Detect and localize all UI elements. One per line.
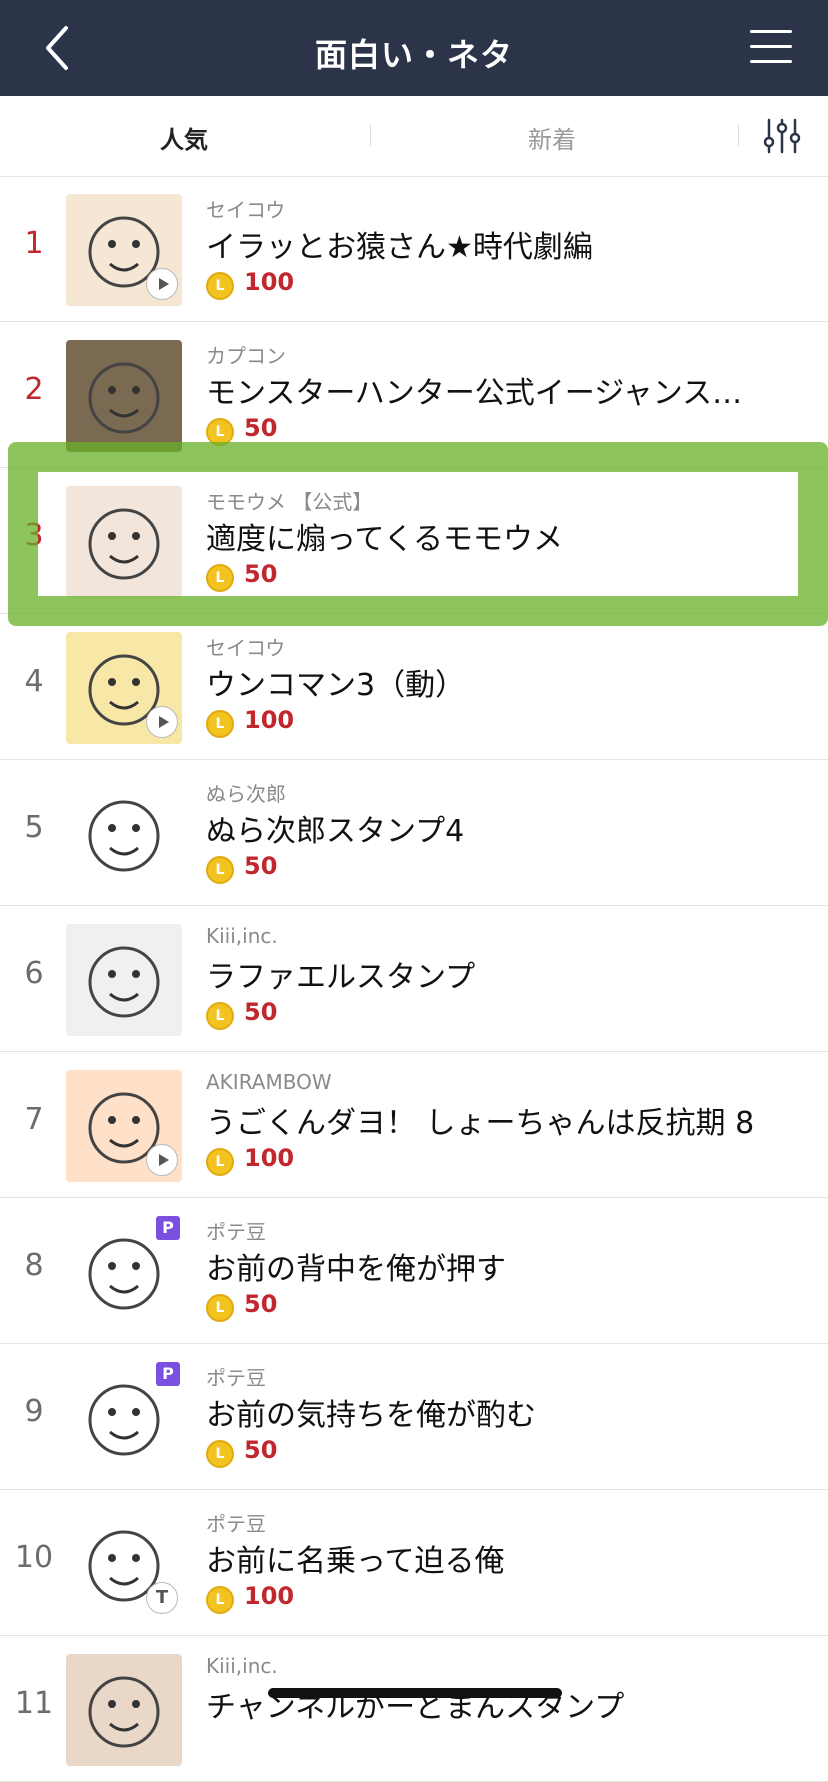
play-icon bbox=[146, 268, 178, 300]
author-name: Kiii,inc. bbox=[206, 1654, 278, 1678]
author-name: ぬら次郎 bbox=[206, 782, 286, 806]
filter-button[interactable] bbox=[762, 116, 802, 156]
tab-bar: 人気 新着 bbox=[0, 96, 828, 177]
sticker-name: ラファエルスタンプ bbox=[206, 960, 476, 995]
menu-button[interactable] bbox=[750, 30, 792, 66]
list-item[interactable]: 1 セイコウ イラッとお猿さん★時代劇編 L 100 bbox=[0, 176, 828, 322]
author-name: ポテ豆 bbox=[206, 1366, 266, 1390]
list-item[interactable]: 9 P ポテ豆 お前の気持ちを俺が酌む L 50 bbox=[0, 1344, 828, 1490]
text-badge-icon: T bbox=[146, 1582, 178, 1614]
rank-number: 9 bbox=[24, 1394, 44, 1429]
premium-badge-icon: P bbox=[156, 1362, 180, 1386]
hamburger-line bbox=[750, 60, 792, 63]
play-icon bbox=[146, 1144, 178, 1176]
author-name: AKIRAMBOW bbox=[206, 1070, 332, 1094]
coin-icon: L bbox=[206, 564, 234, 592]
author-name: モモウメ 【公式】 bbox=[206, 490, 373, 514]
coin-icon: L bbox=[206, 1440, 234, 1468]
sticker-name: モンスターハンター公式イージャンス… bbox=[206, 376, 743, 411]
price: 100 bbox=[244, 1582, 295, 1610]
author-name: Kiii,inc. bbox=[206, 924, 278, 948]
sticker-list: 1 セイコウ イラッとお猿さん★時代劇編 L 100 2 カプコン モンスターハンタ… bbox=[0, 176, 828, 1782]
rank-number: 2 bbox=[24, 372, 44, 407]
sticker-name: お前の背中を俺が押す bbox=[206, 1252, 506, 1287]
sticker-thumbnail bbox=[66, 340, 182, 452]
coin-icon: L bbox=[206, 856, 234, 884]
list-item[interactable]: 7 AKIRAMBOW うごくんダヨ！ しょーちゃんは反抗期 8 L 100 bbox=[0, 1052, 828, 1198]
price: 100 bbox=[244, 268, 295, 296]
tab-divider bbox=[370, 124, 371, 146]
tab-popular[interactable]: 人気 bbox=[160, 120, 208, 155]
author-name: カプコン bbox=[206, 344, 286, 368]
rank-number: 6 bbox=[24, 956, 44, 991]
coin-icon: L bbox=[206, 272, 234, 300]
premium-badge-icon: P bbox=[156, 1216, 180, 1240]
coin-icon: L bbox=[206, 1148, 234, 1176]
author-name: ポテ豆 bbox=[206, 1220, 266, 1244]
sticker-thumbnail bbox=[66, 486, 182, 598]
author-name: ポテ豆 bbox=[206, 1512, 266, 1536]
price: 50 bbox=[244, 1290, 278, 1318]
coin-icon: L bbox=[206, 418, 234, 446]
sticker-name: うごくんダヨ！ しょーちゃんは反抗期 8 bbox=[206, 1106, 755, 1141]
list-item[interactable]: 4 セイコウ ウンコマン3（動） L 100 bbox=[0, 614, 828, 760]
rank-number: 10 bbox=[14, 1540, 54, 1575]
price: 50 bbox=[244, 560, 278, 588]
sticker-name: お前に名乗って迫る俺 bbox=[206, 1544, 505, 1579]
list-item[interactable]: 2 カプコン モンスターハンター公式イージャンス… L 50 bbox=[0, 322, 828, 468]
sticker-thumbnail bbox=[66, 1654, 182, 1766]
tab-divider bbox=[738, 124, 739, 146]
sticker-name: イラッとお猿さん★時代劇編 bbox=[206, 230, 593, 265]
sticker-illustration bbox=[88, 508, 160, 580]
author-name: セイコウ bbox=[206, 198, 286, 222]
rank-number: 1 bbox=[24, 226, 44, 261]
page-title: 面白い・ネタ bbox=[314, 36, 513, 74]
sticker-illustration bbox=[88, 1676, 160, 1748]
sliders-icon bbox=[763, 118, 801, 154]
home-indicator bbox=[268, 1688, 562, 1698]
price: 100 bbox=[244, 706, 295, 734]
coin-icon: L bbox=[206, 1586, 234, 1614]
tab-new[interactable]: 新着 bbox=[528, 120, 576, 155]
price: 50 bbox=[244, 414, 278, 442]
list-item[interactable]: 6 Kiii,inc. ラファエルスタンプ L 50 bbox=[0, 906, 828, 1052]
sticker-illustration bbox=[88, 800, 160, 872]
price: 50 bbox=[244, 1436, 278, 1464]
coin-icon: L bbox=[206, 710, 234, 738]
rank-number: 5 bbox=[24, 810, 44, 845]
list-item[interactable]: 5 ぬら次郎 ぬら次郎スタンプ4 L 50 bbox=[0, 760, 828, 906]
hamburger-line bbox=[750, 45, 792, 48]
coin-icon: L bbox=[206, 1294, 234, 1322]
author-name: セイコウ bbox=[206, 636, 286, 660]
coin-icon: L bbox=[206, 1002, 234, 1030]
rank-number: 11 bbox=[14, 1686, 54, 1721]
list-item[interactable]: 8 P ポテ豆 お前の背中を俺が押す L 50 bbox=[0, 1198, 828, 1344]
sticker-name: ウンコマン3（動） bbox=[206, 668, 466, 703]
app-header: 面白い・ネタ bbox=[0, 0, 828, 96]
list-item[interactable]: 11 Kiii,inc. チャンネルがーどまんスタンプ bbox=[0, 1636, 828, 1782]
sticker-thumbnail bbox=[66, 778, 182, 890]
sticker-illustration bbox=[88, 362, 160, 434]
play-icon bbox=[146, 706, 178, 738]
hamburger-menu-icon bbox=[750, 30, 792, 33]
sticker-name: ぬら次郎スタンプ4 bbox=[206, 814, 465, 849]
rank-number: 4 bbox=[24, 664, 44, 699]
price: 50 bbox=[244, 852, 278, 880]
rank-number: 8 bbox=[24, 1248, 44, 1283]
price: 50 bbox=[244, 998, 278, 1026]
rank-number: 7 bbox=[24, 1102, 44, 1137]
sticker-thumbnail bbox=[66, 924, 182, 1036]
sticker-name: 適度に煽ってくるモモウメ bbox=[206, 522, 563, 557]
rank-number: 3 bbox=[24, 518, 44, 553]
list-item[interactable]: 3 モモウメ 【公式】 適度に煽ってくるモモウメ L 50 bbox=[0, 468, 828, 614]
sticker-illustration bbox=[88, 946, 160, 1018]
list-item[interactable]: 10 T ポテ豆 お前に名乗って迫る俺 L 100 bbox=[0, 1490, 828, 1636]
sticker-name: お前の気持ちを俺が酌む bbox=[206, 1398, 536, 1433]
price: 100 bbox=[244, 1144, 295, 1172]
